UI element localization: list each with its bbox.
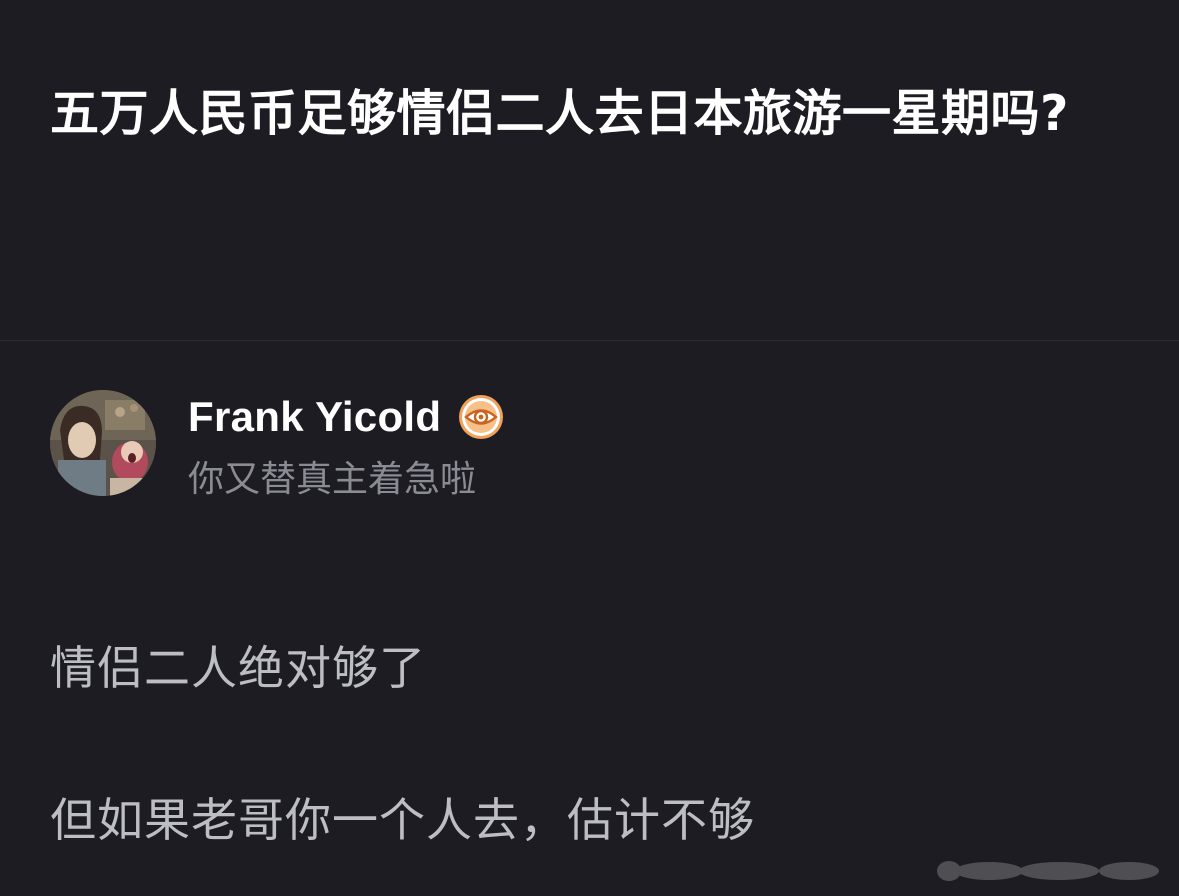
answer-author-header[interactable]: Frank Yicold 你又替真主着急啦 (50, 388, 850, 500)
watermark-logo (937, 861, 1159, 881)
answer-paragraph: 但如果老哥你一个人去，估计不够 (50, 793, 755, 847)
author-bio: 你又替真主着急啦 (188, 459, 477, 500)
avatar[interactable] (50, 390, 156, 496)
author-name[interactable]: Frank Yicold (188, 393, 441, 441)
avatar-image (50, 390, 156, 496)
author-name-row: Frank Yicold (188, 388, 505, 446)
divider (0, 340, 1179, 341)
question-title[interactable]: 五万人民币足够情侣二人去日本旅游一星期吗? (50, 78, 1140, 150)
answer-paragraph: 情侣二人绝对够了 (50, 641, 426, 695)
question-section: 五万人民币足够情侣二人去日本旅游一星期吗? (0, 0, 1179, 340)
verified-badge-icon (459, 395, 504, 439)
